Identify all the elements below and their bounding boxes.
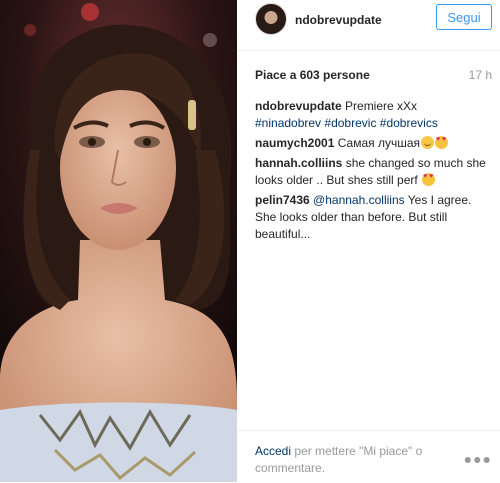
hashtag-link[interactable]: #ninadobrev: [255, 116, 321, 130]
author-username[interactable]: ndobrevupdate: [295, 13, 382, 27]
instagram-post: ndobrevupdate Segui Piace a 603 persone …: [0, 0, 500, 482]
comment-item: hannah.colliins she changed so much she …: [255, 155, 495, 189]
login-prompt: Accedi per mettere "Mi piace" o commenta…: [255, 443, 455, 477]
follow-button[interactable]: Segui: [436, 4, 492, 30]
likes-count[interactable]: Piace a 603 persone: [255, 68, 370, 82]
comments-list: ndobrevupdate Premiere xXx #ninadobrev #…: [255, 98, 495, 246]
portrait-image: [0, 0, 237, 482]
post-photo[interactable]: [0, 0, 237, 482]
hashtag-link[interactable]: #dobrevics: [380, 116, 438, 130]
smiling-face-emoji-icon: [421, 136, 435, 149]
post-side-panel: ndobrevupdate Segui Piace a 603 persone …: [237, 0, 500, 482]
caption-username[interactable]: ndobrevupdate: [255, 99, 342, 113]
comment-username[interactable]: naumych2001: [255, 136, 334, 150]
comment-item: naumych2001 Самая лучшая: [255, 135, 495, 152]
login-link[interactable]: Accedi: [255, 444, 291, 458]
caption-text: Premiere xXx: [345, 99, 418, 113]
heart-eyes-emoji-icon: [422, 172, 436, 186]
caption: ndobrevupdate Premiere xXx #ninadobrev #…: [255, 98, 495, 132]
post-footer: Accedi per mettere "Mi piace" o commenta…: [237, 430, 500, 483]
hashtag-link[interactable]: #dobrevic: [324, 116, 376, 130]
post-header: ndobrevupdate Segui: [237, 0, 500, 51]
comment-text: Самая лучшая: [337, 136, 421, 150]
comment-mention[interactable]: @hannah.colliins: [313, 193, 405, 207]
comment-username[interactable]: pelin7436: [255, 193, 310, 207]
comment-item: pelin7436 @hannah.colliins Yes I agree. …: [255, 192, 495, 243]
heart-eyes-emoji-icon: [435, 135, 449, 149]
more-options-icon[interactable]: ●●●: [464, 451, 492, 467]
avatar[interactable]: [255, 3, 287, 35]
post-timestamp[interactable]: 17 h: [469, 68, 492, 82]
comment-username[interactable]: hannah.colliins: [255, 156, 342, 170]
